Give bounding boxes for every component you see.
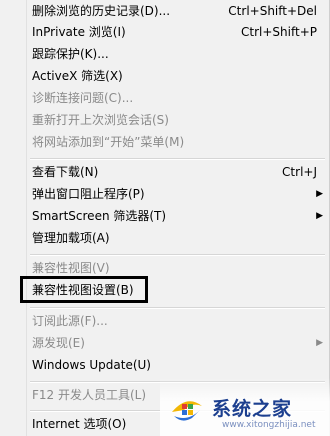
menu-item-smartscreen[interactable]: SmartScreen 筛选器(T) ▶ xyxy=(32,206,323,226)
menu-item-view-downloads[interactable]: 查看下载(N) Ctrl+J xyxy=(32,162,323,182)
watermark-logo-icon xyxy=(172,401,202,421)
menu-item-delete-history[interactable]: 删除浏览的历史记录(D)... Ctrl+Shift+Del xyxy=(32,1,323,21)
menu-item-windows-update[interactable]: Windows Update(U) xyxy=(32,355,323,375)
menu-item-label: F12 开发人员工具(L) xyxy=(32,388,147,402)
menu-separator xyxy=(30,158,325,160)
menu-separator xyxy=(30,307,325,309)
menu-item-label: 重新打开上次浏览会话(S) xyxy=(32,113,169,127)
menu-item-subscribe-feed: 订阅此源(F)... xyxy=(32,311,323,331)
menu-item-compat-view: 兼容性视图(V) xyxy=(32,258,323,278)
menu-item-label: 管理加载项(A) xyxy=(32,231,110,245)
menu-item-label: ActiveX 筛选(X) xyxy=(32,69,123,83)
menu-item-label: InPrivate 浏览(I) xyxy=(32,25,126,39)
menu-item-label: 查看下载(N) xyxy=(32,165,99,179)
menu-icon-column xyxy=(0,0,27,436)
menu-item-compat-view-settings[interactable]: 兼容性视图设置(B) xyxy=(32,280,323,300)
submenu-arrow-icon: ▶ xyxy=(316,211,323,221)
menu-item-diagnose-connection: 诊断连接问题(C)... xyxy=(32,88,323,108)
menu-item-label: 跟踪保护(K)... xyxy=(32,47,109,61)
menu-item-label: 订阅此源(F)... xyxy=(32,314,108,328)
menu-item-feed-discovery: 源发现(E) ▶ xyxy=(32,333,323,353)
menu-item-shortcut: Ctrl+Shift+Del xyxy=(228,4,317,18)
menu-item-label: 将网站添加到“开始”菜单(M) xyxy=(32,135,185,149)
menu-item-activex-filter[interactable]: ActiveX 筛选(X) xyxy=(32,66,323,86)
menu-item-label: 兼容性视图设置(B) xyxy=(32,283,134,297)
menu-item-label: 删除浏览的历史记录(D)... xyxy=(32,4,171,18)
menu-item-manage-addons[interactable]: 管理加载项(A) xyxy=(32,228,323,248)
menu-item-label: 弹出窗口阻止程序(P) xyxy=(32,187,145,201)
menu-item-add-to-start: 将网站添加到“开始”菜单(M) xyxy=(32,132,323,152)
menu-item-shortcut: Ctrl+J xyxy=(282,165,317,179)
watermark-subtext: www.xitongzhijia.net xyxy=(222,420,316,430)
watermark-text: 系统之家 xyxy=(212,398,293,420)
menu-item-shortcut: Ctrl+Shift+P xyxy=(241,25,317,39)
tools-menu: 删除浏览的历史记录(D)... Ctrl+Shift+Del InPrivate… xyxy=(0,0,330,436)
menu-item-label: 源发现(E) xyxy=(32,336,85,350)
submenu-arrow-icon: ▶ xyxy=(316,189,323,199)
menu-item-inprivate[interactable]: InPrivate 浏览(I) Ctrl+Shift+P xyxy=(32,22,323,42)
menu-item-label: Internet 选项(O) xyxy=(32,417,127,431)
submenu-arrow-icon: ▶ xyxy=(316,338,323,348)
menu-item-label: 诊断连接问题(C)... xyxy=(32,91,134,105)
menu-item-tracking-protection[interactable]: 跟踪保护(K)... xyxy=(32,44,323,64)
menu-item-label: 兼容性视图(V) xyxy=(32,261,110,275)
menu-item-reopen-session: 重新打开上次浏览会话(S) xyxy=(32,110,323,130)
menu-separator xyxy=(30,254,325,256)
menu-item-label: SmartScreen 筛选器(T) xyxy=(32,209,167,223)
menu-item-popup-blocker[interactable]: 弹出窗口阻止程序(P) ▶ xyxy=(32,184,323,204)
menu-item-label: Windows Update(U) xyxy=(32,358,151,372)
